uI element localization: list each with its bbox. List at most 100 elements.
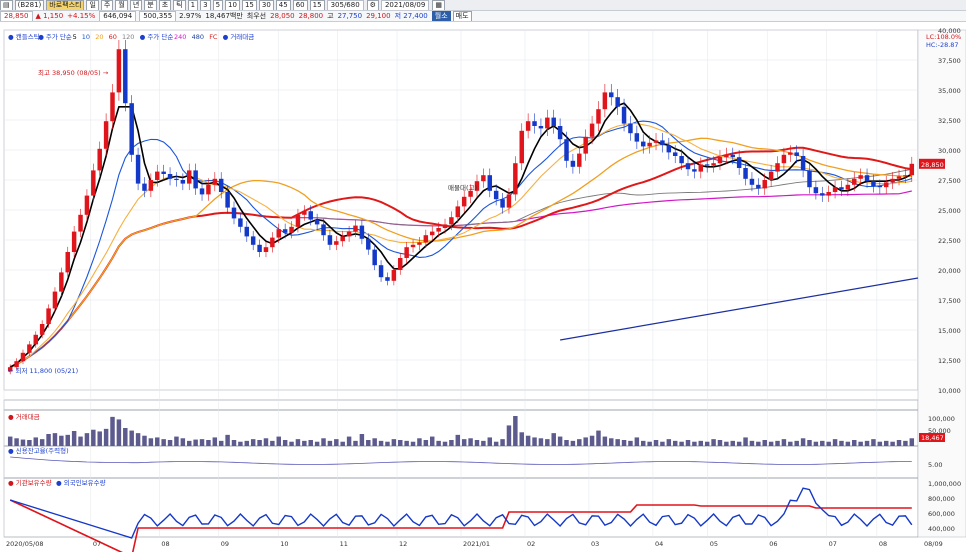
volume-legend: ● 거래대금: [8, 412, 40, 421]
volume-bar: [110, 416, 115, 446]
volume-bar: [59, 435, 64, 446]
sell-button[interactable]: 매도: [452, 11, 472, 21]
volume-bar: [321, 438, 326, 446]
volume-bar: [302, 440, 307, 446]
period-button-3[interactable]: 년: [129, 0, 143, 10]
candle-body: [832, 187, 838, 192]
time-tick-label: 08: [879, 540, 887, 548]
period-button-5[interactable]: 초: [158, 0, 172, 10]
candle-body: [704, 164, 710, 166]
candle-body: [839, 187, 844, 190]
candle-body: [404, 247, 409, 258]
candle-body: [398, 258, 403, 270]
volume-bar: [474, 440, 480, 446]
candle-body: [557, 126, 563, 140]
period-button-2[interactable]: 월: [115, 0, 128, 10]
volume-bar: [468, 438, 473, 446]
volume-bar: [909, 438, 915, 446]
candle-body: [845, 184, 851, 190]
volume-bar: [493, 441, 499, 446]
volume-bar: [436, 440, 441, 446]
volume-bar: [429, 436, 435, 446]
legend-item-6: 120: [122, 33, 134, 41]
minute-button-4[interactable]: 15: [241, 0, 257, 10]
volume-bar: [461, 439, 467, 446]
date-field[interactable]: 2021/08/09: [380, 0, 430, 10]
candle-body: [711, 163, 716, 166]
period-button-1[interactable]: 주: [100, 0, 114, 10]
candle-body: [263, 247, 269, 252]
volume-bar: [858, 441, 863, 446]
candle-body: [602, 92, 608, 110]
candle-body: [890, 178, 895, 183]
candle-body: [353, 225, 358, 232]
candle-body: [193, 170, 198, 189]
stock-name-field[interactable]: 바로팩스티: [46, 0, 85, 10]
volume-bar: [199, 439, 205, 446]
quote-open: 28,050: [270, 12, 295, 20]
minute-button-0[interactable]: 1: [187, 0, 199, 10]
count-field[interactable]: 305/680: [326, 0, 364, 10]
candle-body: [123, 49, 128, 104]
minute-button-1[interactable]: 3: [200, 0, 211, 10]
volume-bar: [142, 435, 147, 446]
volume-bar: [903, 440, 908, 446]
candle-body: [340, 236, 345, 242]
time-tick-label: 08: [161, 540, 169, 548]
minute-button-6[interactable]: 45: [275, 0, 291, 10]
candle-body: [142, 183, 147, 191]
period-button-6[interactable]: 틱: [173, 0, 186, 10]
candle-body: [461, 196, 467, 207]
candle-body: [768, 171, 774, 180]
candle-body: [276, 229, 281, 238]
volume-bar: [7, 436, 13, 446]
minute-controls: 1 3 5 10 15 30 45 60 15: [187, 0, 327, 10]
minute-button-2[interactable]: 5: [212, 0, 224, 10]
candle-body: [730, 154, 735, 158]
volume-bar: [545, 439, 550, 446]
view-button[interactable]: 월소: [431, 11, 451, 21]
volume-bar: [736, 441, 742, 446]
candle-body: [257, 244, 262, 252]
time-tick-label: 04: [655, 540, 663, 548]
code-field[interactable]: (B281): [14, 0, 45, 10]
candle-body: [46, 308, 51, 324]
minute-button-8[interactable]: 15: [309, 0, 325, 10]
volume-bar: [20, 439, 26, 446]
candle-body: [39, 324, 45, 335]
volume-bar: [78, 436, 83, 446]
candle-body: [321, 224, 326, 236]
candle-body: [749, 178, 755, 185]
candle-body: [429, 231, 435, 236]
volume-bar: [455, 434, 461, 446]
volume-bar: [193, 439, 198, 446]
volume-bar: [366, 440, 371, 446]
minute-button-3[interactable]: 10: [225, 0, 240, 10]
credit-legend: ● 신용잔고율(주력형): [8, 446, 69, 455]
period-button-4[interactable]: 분: [144, 0, 157, 10]
candle-body: [59, 272, 64, 292]
minute-button-7[interactable]: 60: [292, 0, 308, 10]
menu-button[interactable]: ▤: [0, 0, 13, 10]
candle-body: [493, 190, 499, 200]
candle-body: [250, 236, 256, 245]
volume-bar: [768, 441, 774, 446]
volume-bar: [212, 437, 218, 446]
volume-bar: [634, 437, 640, 446]
stock-chart[interactable]: 10,000 12,500 15,000 17,500 20,000 22,500 25,0…: [0, 22, 966, 552]
volume-bar: [711, 439, 716, 446]
volume-bar: [820, 440, 825, 446]
volume-bar: [359, 434, 365, 446]
volume-current-label: 18,467: [921, 434, 944, 442]
calendar-icon[interactable]: ▦: [432, 0, 445, 10]
quote-change: ▲ 1,150: [35, 12, 64, 20]
candle-body: [359, 225, 365, 239]
volume-bar: [231, 440, 237, 446]
settings-icon[interactable]: ⚙: [366, 0, 379, 10]
volume-bar: [679, 441, 684, 446]
minute-button-5[interactable]: 30: [258, 0, 274, 10]
period-button-0[interactable]: 일: [86, 0, 99, 10]
legend-item-9: 480: [192, 33, 204, 41]
volume-bar: [730, 440, 735, 446]
volume-bar: [704, 441, 710, 446]
